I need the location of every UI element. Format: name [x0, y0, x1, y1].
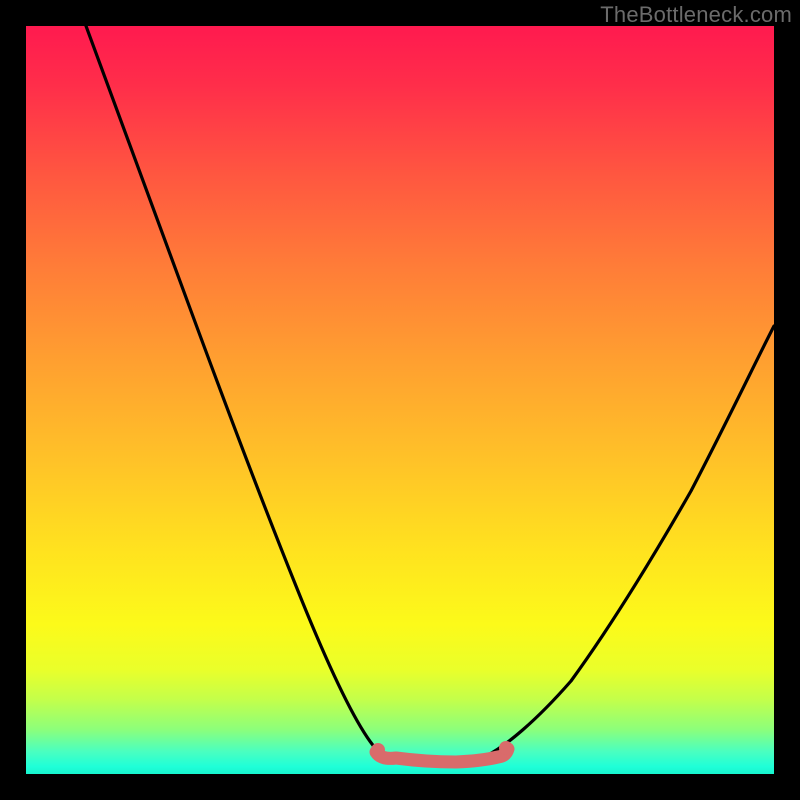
chart-frame: TheBottleneck.com [0, 0, 800, 800]
curve-layer [26, 26, 774, 774]
curve-left [86, 26, 386, 756]
flat-bottom-segment [376, 749, 508, 762]
curve-right [486, 326, 774, 756]
flat-left-cap [371, 743, 385, 757]
flat-right-cap [499, 741, 513, 755]
watermark-text: TheBottleneck.com [600, 2, 792, 28]
plot-area [26, 26, 774, 774]
